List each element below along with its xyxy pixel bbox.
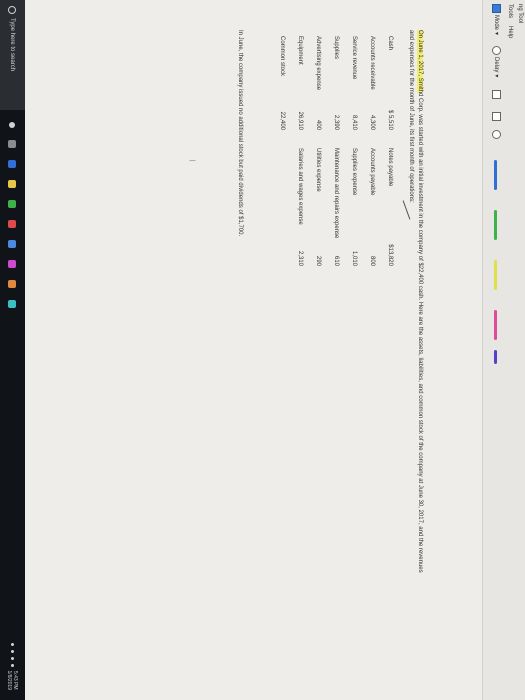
left-value-4: 400 (315, 119, 321, 130)
app-red-icon[interactable] (8, 220, 17, 228)
taskbar: Type here to search 5:43 PM 1/8/2019 (0, 0, 25, 700)
left-value-6: 22,400 (279, 111, 285, 130)
app-teal-icon[interactable] (8, 300, 17, 308)
menu-tools[interactable]: Tools (507, 4, 513, 18)
email-button[interactable] (492, 130, 501, 139)
copy-button[interactable] (492, 112, 501, 121)
left-label-3: Supplies (333, 36, 339, 60)
app-orange-icon[interactable] (8, 280, 17, 288)
right-label-2: Supplies expense (351, 148, 357, 196)
delay-button[interactable]: Delay ▾ (492, 46, 501, 77)
search-placeholder: Type here to search (9, 18, 16, 72)
pen-tool-blue[interactable] (494, 160, 497, 190)
left-label-0: Cash (387, 36, 393, 51)
pen-tool-purple[interactable] (494, 350, 497, 364)
highlighter-tool-yellow[interactable] (494, 260, 497, 290)
clock-date: 1/8/2019 (6, 670, 13, 690)
save-icon (492, 90, 501, 99)
right-value-4: 290 (315, 255, 321, 266)
left-value-3: 2,390 (333, 114, 339, 130)
check-icon (402, 200, 411, 220)
right-value-3: 610 (333, 255, 339, 266)
clock-time: 5:43 PM (12, 670, 19, 690)
browser-icon[interactable] (8, 160, 17, 168)
right-label-1: Accounts payable (369, 148, 375, 196)
save-button[interactable] (492, 90, 501, 99)
intro-text: d Corp. was started with an initial inve… (417, 93, 423, 573)
envelope-icon (492, 130, 501, 139)
left-label-2: Service revenue (351, 36, 357, 80)
store-icon[interactable] (8, 200, 17, 208)
folder-icon[interactable] (8, 180, 17, 188)
right-label-3: Maintenance and repairs expense (333, 148, 339, 239)
task-view-icon[interactable] (9, 122, 16, 128)
search-icon (8, 6, 17, 14)
eraser-tool[interactable] (494, 310, 497, 340)
right-value-2: 1,010 (351, 250, 357, 266)
document-area: On June 1, 2017, Smithd Corp. was starte… (55, 30, 475, 690)
left-value-5: 26,910 (297, 111, 303, 130)
left-label-6: Common stock (279, 36, 285, 77)
intro-paragraph-line2: and expenses for the month of June, its … (408, 30, 414, 203)
taskbar-app-icon[interactable] (8, 140, 17, 148)
toolbar: Mode ▾ Delay ▾ (485, 0, 503, 700)
clock[interactable]: 5:43 PM 1/8/2019 (7, 671, 19, 690)
tray-icon[interactable] (11, 656, 14, 660)
highlighter-tool-green[interactable] (494, 210, 497, 240)
right-label-0: Notes payable (387, 148, 393, 187)
left-value-1: 4,300 (369, 114, 375, 130)
left-value-2: 8,410 (351, 114, 357, 130)
delay-label: Delay (493, 57, 500, 73)
tray-icon[interactable] (11, 642, 14, 646)
copy-icon (492, 112, 501, 121)
intro-highlight: On June 1, 2017, Smith (417, 30, 423, 94)
app-purple-icon[interactable] (8, 260, 17, 268)
intro-paragraph-line1: On June 1, 2017, Smithd Corp. was starte… (417, 30, 423, 573)
menu-bar: ng Tool Tools Help Mode ▾ Delay ▾ (482, 0, 525, 700)
clock-icon (492, 46, 501, 55)
mode-icon (492, 4, 501, 13)
right-label-4: Utilities expense (315, 148, 321, 192)
window-title: ng Tool (517, 4, 523, 24)
taskbar-search[interactable]: Type here to search (0, 0, 25, 110)
left-value-0: $ 5,510 (387, 109, 393, 130)
chevron-down-icon: ▾ (493, 32, 499, 36)
chevron-down-icon: ▾ (493, 74, 499, 78)
right-value-0: $13,820 (387, 244, 393, 266)
system-tray: 5:43 PM 1/8/2019 (7, 642, 19, 690)
mode-button[interactable]: Mode ▾ (492, 4, 501, 35)
tray-icon[interactable] (11, 663, 14, 667)
left-label-4: Advertising expense (315, 36, 321, 91)
text-cursor-icon: | (189, 160, 195, 162)
mode-label: Mode (493, 15, 500, 31)
right-value-5: 2,310 (297, 250, 303, 266)
dividends-note: In June, the company issued no additiona… (237, 30, 243, 237)
menu-help[interactable]: Help (507, 26, 513, 38)
rotated-screen-wrapper: ng Tool Tools Help Mode ▾ Delay ▾ On Jun… (0, 0, 525, 700)
app-blue-icon[interactable] (8, 240, 17, 248)
right-value-1: 800 (369, 255, 375, 266)
right-label-5: Salaries and wages expense (297, 148, 303, 225)
left-label-1: Accounts receivable (369, 36, 375, 90)
app-screen: ng Tool Tools Help Mode ▾ Delay ▾ On Jun… (25, 0, 525, 700)
left-label-5: Equipment (297, 36, 303, 65)
tray-icon[interactable] (11, 649, 14, 653)
